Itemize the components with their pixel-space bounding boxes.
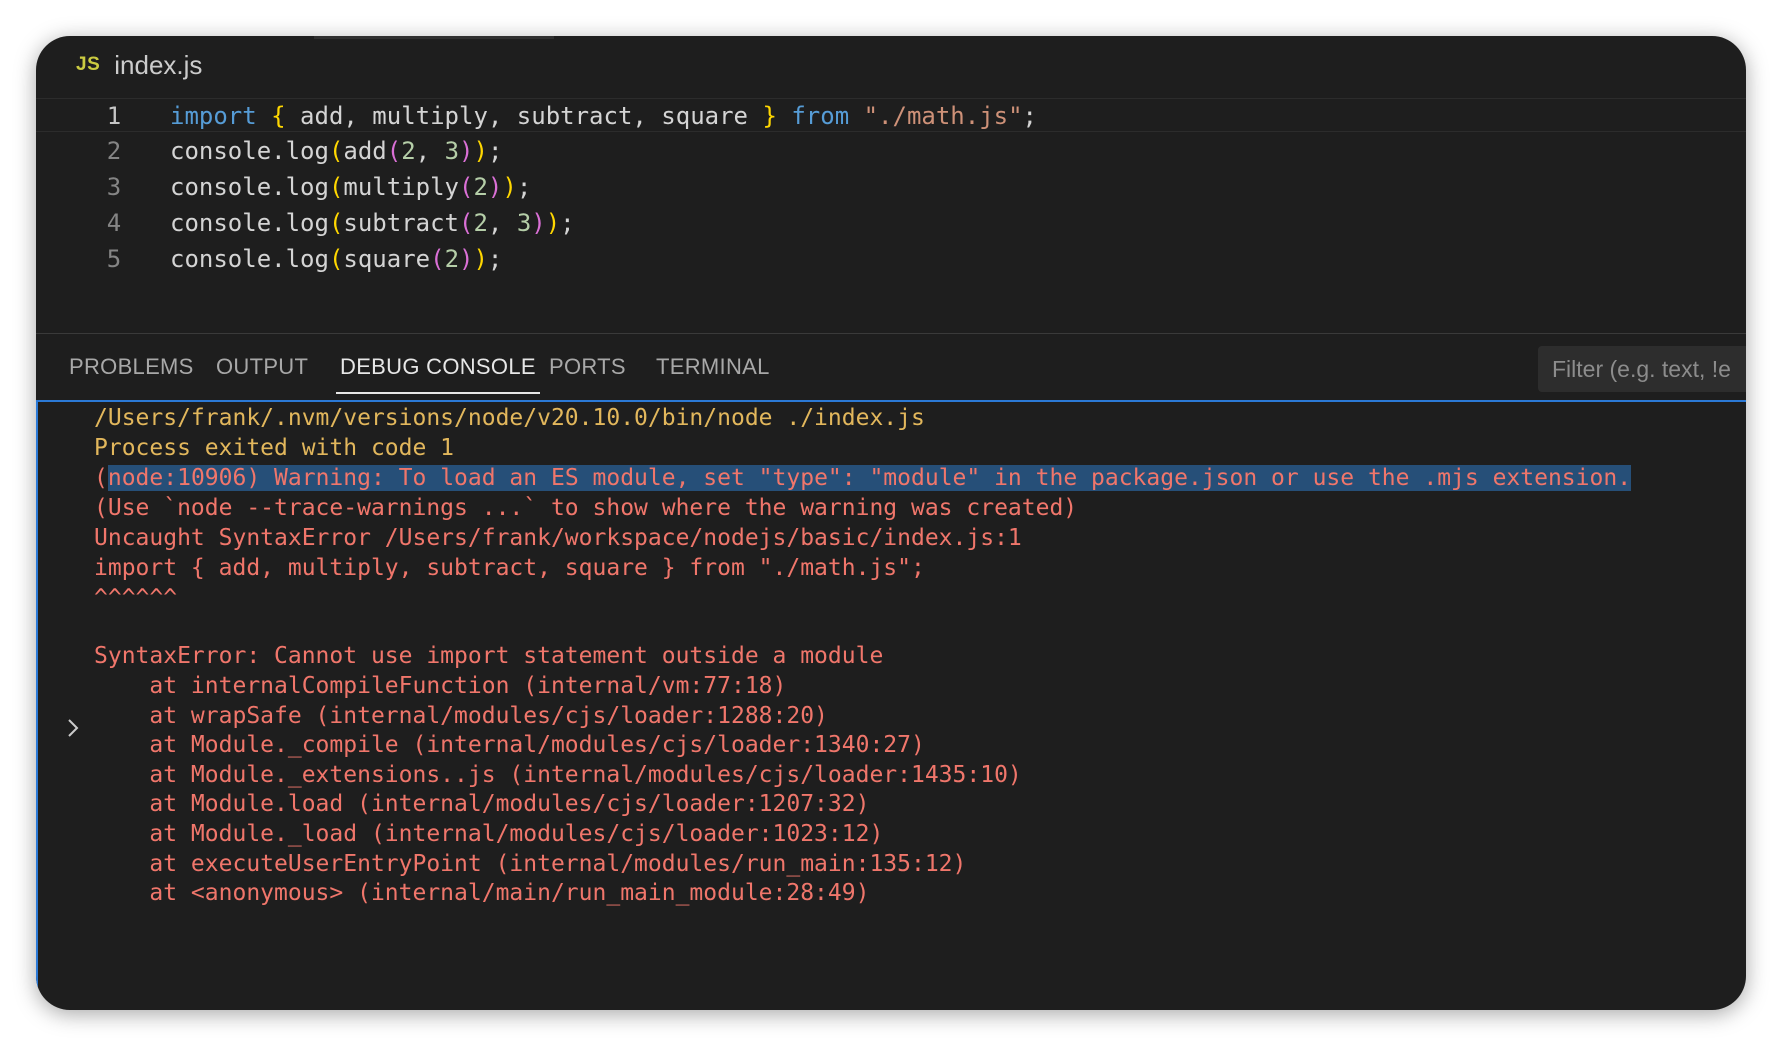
console-filter-input[interactable]: Filter (e.g. text, !e: [1538, 346, 1746, 392]
console-line: SyntaxError: Cannot use import statement…: [94, 643, 884, 669]
line-number: 4: [106, 209, 122, 237]
line-number: 1: [106, 102, 122, 130]
code-line[interactable]: 1 import { add, multiply, subtract, squar…: [36, 98, 1746, 132]
code-text: console.log(add(2, 3));: [170, 137, 503, 165]
console-line: (Use `node --trace-warnings ...` to show…: [94, 495, 1078, 521]
code-line[interactable]: 2 console.log(add(2, 3));: [36, 134, 1746, 168]
console-line: at internalCompileFunction (internal/vm:…: [94, 673, 787, 699]
title-bar-accent: [314, 36, 554, 39]
editor-window: JS index.js 1 import { add, multiply, sub…: [36, 36, 1746, 1010]
tab-ports[interactable]: PORTS: [549, 334, 626, 400]
console-line: at <anonymous> (internal/main/run_main_m…: [94, 880, 870, 906]
tab-problems[interactable]: PROBLEMS: [69, 334, 194, 400]
tab-output[interactable]: OUTPUT: [216, 334, 308, 400]
console-line: import { add, multiply, subtract, square…: [94, 555, 925, 581]
debug-console-output[interactable]: /Users/frank/.nvm/versions/node/v20.10.0…: [36, 400, 1746, 1010]
console-line: at Module.load (internal/modules/cjs/loa…: [94, 791, 870, 817]
console-line: at Module._compile (internal/modules/cjs…: [94, 732, 925, 758]
javascript-file-icon: JS: [76, 54, 101, 75]
panel-tabs: PROBLEMS OUTPUT DEBUG CONSOLE PORTS TERM…: [36, 334, 1746, 400]
file-tab[interactable]: JS index.js: [76, 42, 202, 88]
tab-debug-console[interactable]: DEBUG CONSOLE: [336, 334, 540, 400]
console-line: ^^^^^^: [94, 585, 178, 611]
tab-terminal[interactable]: TERMINAL: [656, 334, 770, 400]
line-number: 5: [106, 245, 122, 273]
console-line: (node:10906) Warning: To load an ES modu…: [94, 465, 1632, 491]
console-line: at Module._extensions..js (internal/modu…: [94, 762, 1022, 788]
code-text: console.log(square(2));: [170, 245, 503, 273]
chevron-right-icon[interactable]: [66, 718, 80, 737]
console-line: Process exited with code 1: [94, 435, 455, 461]
console-line: at Module._load (internal/modules/cjs/lo…: [94, 821, 884, 847]
file-tab-label: index.js: [114, 49, 203, 80]
code-editor[interactable]: 1 import { add, multiply, subtract, squar…: [36, 98, 1746, 334]
code-line[interactable]: 3 console.log(multiply(2));: [36, 170, 1746, 204]
code-line[interactable]: 5 console.log(square(2));: [36, 242, 1746, 276]
line-number: 2: [106, 137, 122, 165]
console-line: at wrapSafe (internal/modules/cjs/loader…: [94, 703, 828, 729]
code-text: console.log(subtract(2, 3));: [170, 209, 575, 237]
console-line: Uncaught SyntaxError /Users/frank/worksp…: [94, 525, 1022, 551]
console-line: at executeUserEntryPoint (internal/modul…: [94, 851, 967, 877]
code-text: import { add, multiply, subtract, square…: [170, 102, 1037, 130]
code-line[interactable]: 4 console.log(subtract(2, 3));: [36, 206, 1746, 240]
line-number: 3: [106, 173, 122, 201]
code-text: console.log(multiply(2));: [170, 173, 532, 201]
console-line: /Users/frank/.nvm/versions/node/v20.10.0…: [94, 405, 925, 431]
